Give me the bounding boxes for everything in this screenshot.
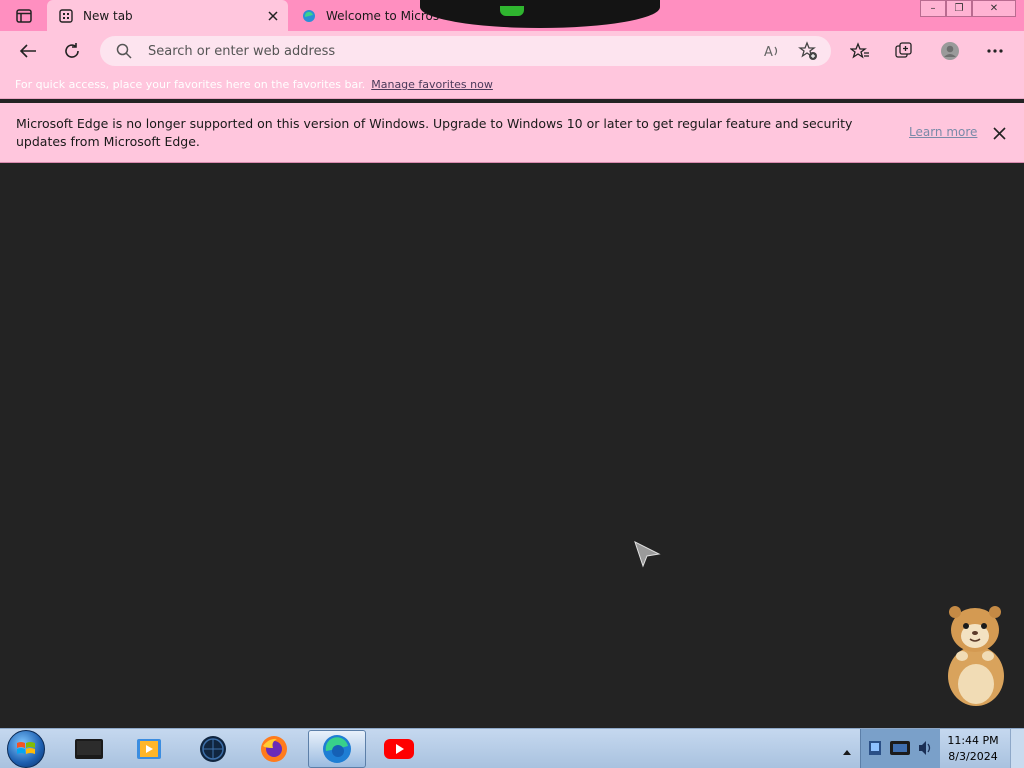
taskbar: 11:44 PM 8/3/2024 (0, 728, 1024, 768)
manage-favorites-link[interactable]: Manage favorites now (371, 78, 493, 91)
learn-more-link[interactable]: Learn more (909, 125, 977, 139)
infobar-close-button[interactable] (988, 122, 1010, 144)
device-icon[interactable] (887, 735, 913, 761)
settings-more-button[interactable] (980, 36, 1010, 66)
taskbar-item-youtube[interactable] (370, 730, 428, 768)
clock-date: 8/3/2024 (948, 750, 998, 763)
tab-welcome[interactable]: Welcome to Microso (290, 0, 440, 31)
toolbar: A (0, 31, 1024, 71)
new-tab-icon (59, 8, 73, 23)
network-icon[interactable] (867, 737, 887, 759)
add-favorite-icon[interactable] (798, 41, 818, 61)
volume-icon[interactable] (917, 739, 933, 757)
windows-logo-icon (7, 730, 45, 768)
page-content (0, 164, 1024, 728)
tab-close-button[interactable] (260, 3, 286, 29)
media-player-icon (137, 739, 161, 759)
refresh-button[interactable] (57, 36, 87, 66)
favorites-bar: For quick access, place your favorites h… (0, 71, 1024, 99)
favorites-button[interactable] (845, 36, 875, 66)
hamster-sticker (948, 606, 1004, 706)
taskbar-item-firefox[interactable] (245, 730, 303, 768)
minimize-button[interactable]: – (920, 0, 946, 17)
start-button[interactable] (4, 730, 48, 768)
tab-title: New tab (83, 8, 133, 23)
close-icon (268, 10, 278, 21)
show-desktop-button[interactable] (1010, 729, 1024, 768)
taskbar-item-globe-app[interactable] (184, 730, 242, 768)
infobar-message: Microsoft Edge is no longer supported on… (16, 116, 853, 149)
favorites-bar-message: For quick access, place your favorites h… (15, 78, 366, 91)
profile-button[interactable] (935, 36, 965, 66)
maximize-button[interactable]: ❐ (946, 0, 972, 17)
mouse-cursor-icon (634, 541, 661, 568)
tab-new-tab[interactable]: New tab (47, 0, 288, 31)
youtube-icon (384, 739, 414, 759)
profile-avatar-icon (941, 42, 959, 60)
svg-text:A: A (764, 45, 773, 59)
media-center-icon (75, 739, 103, 759)
search-icon (114, 41, 134, 61)
overlay-shape (420, 0, 660, 28)
close-window-button[interactable]: ✕ (972, 0, 1016, 17)
taskbar-item-media-player[interactable] (120, 730, 178, 768)
back-arrow-icon (19, 44, 36, 58)
system-tray (860, 729, 940, 768)
chevron-up-icon (843, 750, 851, 755)
unsupported-os-infobar: Microsoft Edge is no longer supported on… (0, 103, 1024, 163)
favorites-icon (850, 42, 869, 59)
overlay-green-shape (500, 6, 524, 16)
collections-icon (895, 42, 912, 58)
globe-app-icon (200, 736, 226, 762)
title-bar: New tab Welcome to Microso – ❐ ✕ (0, 0, 1024, 31)
taskbar-clock[interactable]: 11:44 PM 8/3/2024 (942, 733, 1004, 765)
tab-actions-button[interactable] (8, 4, 40, 28)
more-dots-icon (987, 49, 1003, 53)
tray-expand-button[interactable] (842, 741, 854, 755)
taskbar-item-media-center[interactable] (60, 730, 118, 768)
close-icon (992, 126, 1006, 140)
clock-time: 11:44 PM (947, 734, 999, 747)
collections-button[interactable] (889, 36, 919, 66)
address-input[interactable] (148, 36, 738, 66)
address-bar: A (100, 36, 831, 66)
tab-actions-icon (16, 9, 32, 23)
taskbar-item-edge[interactable] (308, 730, 366, 768)
back-button[interactable] (13, 36, 43, 66)
edge-icon (303, 9, 315, 22)
refresh-icon (65, 43, 79, 58)
window-controls: – ❐ ✕ (920, 0, 1016, 17)
firefox-icon (261, 736, 287, 762)
edge-icon (323, 735, 351, 763)
read-aloud-icon[interactable]: A (762, 41, 782, 61)
